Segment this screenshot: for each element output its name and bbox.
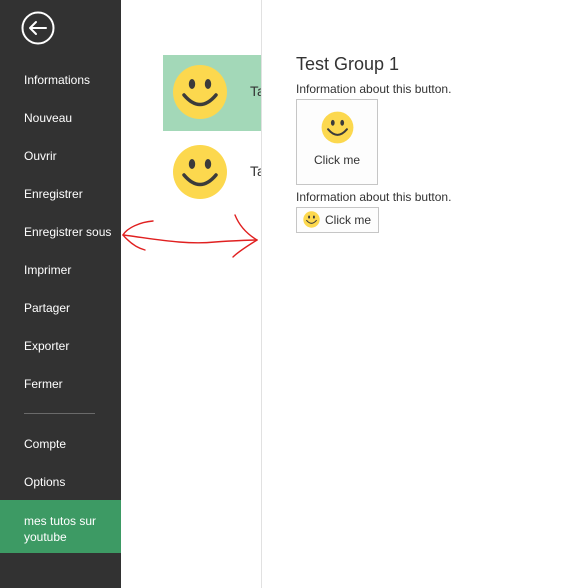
click-me-large-button[interactable]: Click me — [296, 99, 378, 185]
nav-item-youtube-tutorials[interactable]: mes tutos sur youtube — [0, 500, 121, 553]
content-pane: Test Group 1 Information about this butt… — [261, 0, 585, 588]
tab-1[interactable]: Ta — [163, 55, 261, 131]
button-info-text: Information about this button. — [296, 82, 452, 96]
backstage-sidebar: Informations Nouveau Ouvrir Enregistrer … — [0, 0, 121, 588]
smiley-icon — [173, 65, 227, 119]
smiley-icon — [173, 145, 227, 199]
nav-item-fermer[interactable]: Fermer — [24, 377, 63, 391]
tab-2[interactable]: Ta — [163, 135, 261, 211]
smiley-icon — [303, 211, 320, 228]
nav-item-enregistrer[interactable]: Enregistrer — [24, 187, 83, 201]
nav-item-youtube-label: mes tutos sur youtube — [24, 514, 97, 544]
nav-divider — [24, 413, 95, 414]
group-title: Test Group 1 — [296, 54, 400, 74]
click-me-small-button[interactable]: Click me — [296, 207, 379, 233]
back-button[interactable] — [21, 11, 55, 45]
button-info-text: Information about this button. — [296, 190, 452, 204]
double-arrow-annotation — [122, 214, 258, 258]
nav-item-options[interactable]: Options — [24, 475, 65, 489]
nav-item-exporter[interactable]: Exporter — [24, 339, 69, 353]
nav-item-nouveau[interactable]: Nouveau — [24, 111, 72, 125]
button-label: Click me — [313, 153, 360, 167]
backstage-tabs: Ta Ta — [121, 0, 262, 588]
nav-item-enregistrer-sous[interactable]: Enregistrer sous — [24, 225, 111, 239]
nav-item-partager[interactable]: Partager — [24, 301, 70, 315]
button-label: Click me — [325, 213, 372, 227]
nav-item-ouvrir[interactable]: Ouvrir — [24, 149, 57, 163]
nav-item-compte[interactable]: Compte — [24, 437, 66, 451]
nav-item-imprimer[interactable]: Imprimer — [24, 263, 71, 277]
nav-item-informations[interactable]: Informations — [24, 73, 90, 87]
smiley-icon — [321, 111, 354, 144]
back-arrow-icon — [21, 11, 55, 45]
